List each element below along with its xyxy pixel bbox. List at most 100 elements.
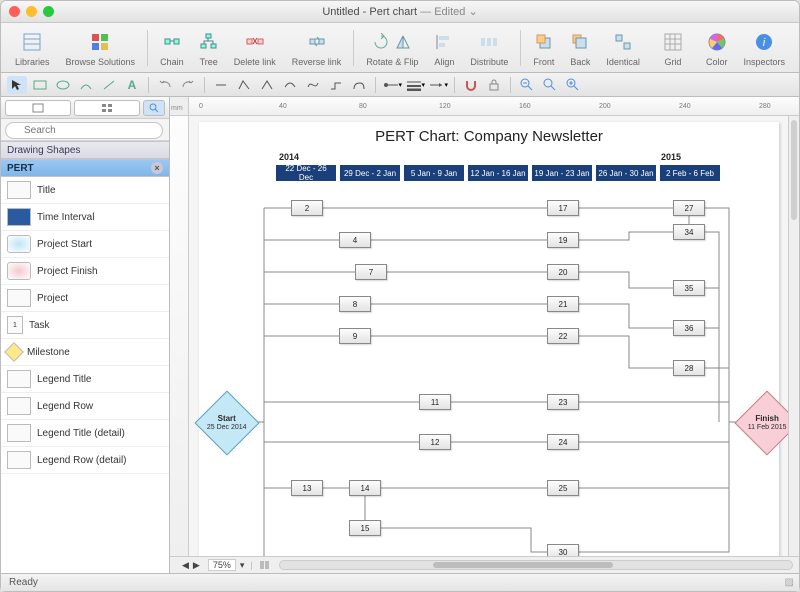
tree-button[interactable]: Tree: [194, 29, 224, 67]
line-weight[interactable]: ▾: [405, 76, 425, 94]
ellipse-tool[interactable]: [53, 76, 73, 94]
task-27[interactable]: 27: [673, 200, 705, 216]
task-15[interactable]: 15: [349, 520, 381, 536]
snap-toggle[interactable]: [461, 76, 481, 94]
delete-link-button[interactable]: Delete link: [228, 29, 282, 67]
task-13[interactable]: 13: [291, 480, 323, 496]
timeframe-col-6[interactable]: 2 Feb - 6 Feb: [659, 164, 721, 182]
task-20[interactable]: 20: [547, 264, 579, 280]
timeframe-col-1[interactable]: 29 Dec - 2 Jan: [339, 164, 401, 182]
libraries-button[interactable]: Libraries: [9, 29, 56, 67]
view-mode-1[interactable]: [5, 100, 71, 116]
timeframe-col-3[interactable]: 12 Jan - 16 Jan: [467, 164, 529, 182]
task-11[interactable]: 11: [419, 394, 451, 410]
undo-button[interactable]: [155, 76, 175, 94]
arrow-start-style[interactable]: ▾: [382, 76, 402, 94]
zoom-out-icon: [520, 78, 534, 92]
vertical-scrollbar[interactable]: [788, 116, 799, 556]
timeframe-col-4[interactable]: 19 Jan - 23 Jan: [531, 164, 593, 182]
shape-legend-title[interactable]: Legend Title: [1, 366, 169, 393]
project-start-node[interactable]: Start25 Dec 2014: [194, 390, 259, 455]
lock-toggle[interactable]: [484, 76, 504, 94]
line-style-6[interactable]: [326, 76, 346, 94]
zoom-in-button[interactable]: [563, 76, 583, 94]
grid-button[interactable]: Grid: [658, 29, 688, 67]
timeframe-col-2[interactable]: 5 Jan - 9 Jan: [403, 164, 465, 182]
task-21[interactable]: 21: [547, 296, 579, 312]
task-24[interactable]: 24: [547, 434, 579, 450]
resize-grip-icon[interactable]: ▨: [785, 577, 791, 588]
pointer-tool[interactable]: [7, 76, 27, 94]
task-22[interactable]: 22: [547, 328, 579, 344]
pointer-icon: [11, 79, 23, 91]
connector-tool[interactable]: [76, 76, 96, 94]
task-28[interactable]: 28: [673, 360, 705, 376]
task-4[interactable]: 4: [339, 232, 371, 248]
section-pert[interactable]: PERT ×: [1, 159, 169, 177]
identical-button[interactable]: Identical: [600, 29, 646, 67]
zoom-dropdown-icon[interactable]: ▾: [240, 560, 245, 571]
task-35[interactable]: 35: [673, 280, 705, 296]
shape-task[interactable]: 1Task: [1, 312, 169, 339]
timeframe-col-0[interactable]: 22 Dec - 26 Dec: [275, 164, 337, 182]
browse-solutions-button[interactable]: Browse Solutions: [60, 29, 142, 67]
line-style-7[interactable]: [349, 76, 369, 94]
task-7[interactable]: 7: [355, 264, 387, 280]
shape-legend-row-detail[interactable]: Legend Row (detail): [1, 447, 169, 474]
view-mode-grid[interactable]: [74, 100, 140, 116]
shape-milestone[interactable]: Milestone: [1, 339, 169, 366]
page-thumbnails-icon[interactable]: [259, 560, 273, 570]
text-tool[interactable]: A: [122, 76, 142, 94]
task-9[interactable]: 9: [339, 328, 371, 344]
task-23[interactable]: 23: [547, 394, 579, 410]
front-button[interactable]: Front: [527, 29, 560, 67]
view-mode-search[interactable]: [143, 100, 165, 116]
prev-page-button[interactable]: ◀: [182, 560, 189, 571]
next-page-button[interactable]: ▶: [193, 560, 200, 571]
line-style-1[interactable]: [211, 76, 231, 94]
task-8[interactable]: 8: [339, 296, 371, 312]
line-style-4[interactable]: [280, 76, 300, 94]
line-style-5[interactable]: [303, 76, 323, 94]
distribute-button[interactable]: Distribute: [464, 29, 514, 67]
task-19[interactable]: 19: [547, 232, 579, 248]
zoom-value[interactable]: 75%: [208, 559, 236, 571]
horizontal-scrollbar[interactable]: [279, 560, 793, 570]
line-tool[interactable]: [99, 76, 119, 94]
timeframe-col-5[interactable]: 26 Jan - 30 Jan: [595, 164, 657, 182]
inspectors-button[interactable]: i Inspectors: [737, 29, 791, 67]
line-style-2[interactable]: [234, 76, 254, 94]
task-12[interactable]: 12: [419, 434, 451, 450]
task-17[interactable]: 17: [547, 200, 579, 216]
shape-time-interval[interactable]: Time Interval: [1, 204, 169, 231]
line-style-3[interactable]: [257, 76, 277, 94]
canvas[interactable]: PERT Chart: Company Newsletter 2014 2015…: [189, 116, 788, 556]
chain-button[interactable]: Chain: [154, 29, 190, 67]
shape-legend-row[interactable]: Legend Row: [1, 393, 169, 420]
zoom-out-button[interactable]: [517, 76, 537, 94]
task-14[interactable]: 14: [349, 480, 381, 496]
reverse-link-button[interactable]: Reverse link: [286, 29, 348, 67]
arrow-end-style[interactable]: ▾: [428, 76, 448, 94]
rect-tool[interactable]: [30, 76, 50, 94]
section-drawing-shapes[interactable]: Drawing Shapes: [1, 141, 169, 159]
task-34[interactable]: 34: [673, 224, 705, 240]
task-25[interactable]: 25: [547, 480, 579, 496]
shape-title[interactable]: Title: [1, 177, 169, 204]
close-icon[interactable]: ×: [151, 162, 163, 174]
search-input[interactable]: [5, 122, 163, 139]
align-button[interactable]: Align: [428, 29, 460, 67]
zoom-fit-button[interactable]: [540, 76, 560, 94]
color-button[interactable]: Color: [700, 29, 734, 67]
task-2[interactable]: 2: [291, 200, 323, 216]
task-36[interactable]: 36: [673, 320, 705, 336]
task-30[interactable]: 30: [547, 544, 579, 556]
rotate-flip-button[interactable]: Rotate & Flip: [360, 29, 424, 67]
shape-project-finish[interactable]: Project Finish: [1, 258, 169, 285]
shape-project[interactable]: Project: [1, 285, 169, 312]
redo-button[interactable]: [178, 76, 198, 94]
shape-project-start[interactable]: Project Start: [1, 231, 169, 258]
shape-legend-title-detail[interactable]: Legend Title (detail): [1, 420, 169, 447]
back-button[interactable]: Back: [564, 29, 596, 67]
project-finish-node[interactable]: Finish11 Feb 2015: [734, 390, 788, 455]
